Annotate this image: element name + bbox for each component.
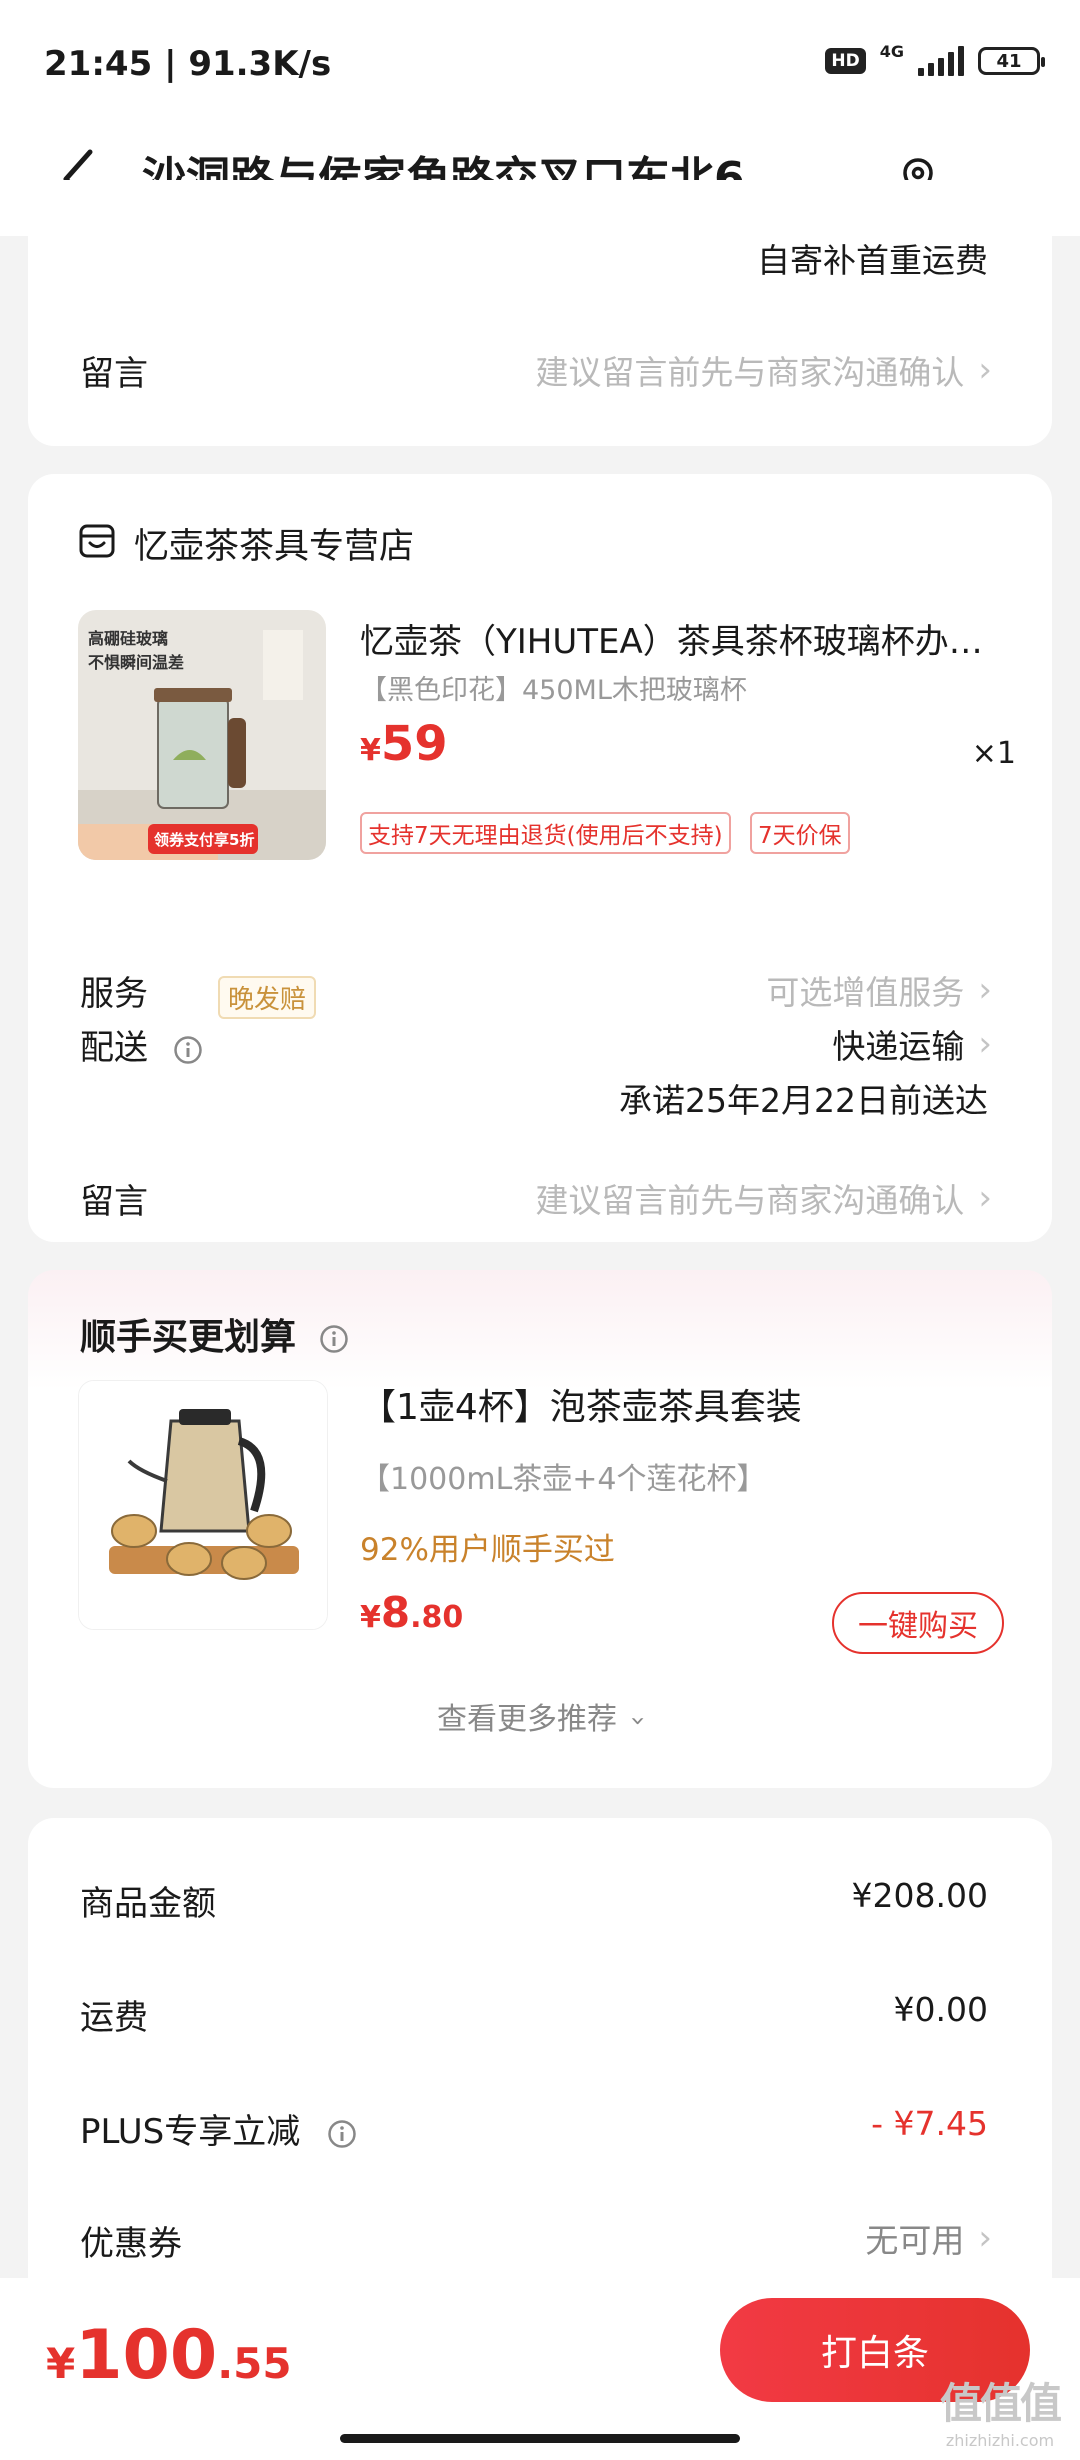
prev-store-card: 自寄补首重运费 留言 建议留言前先与商家沟通确认 › [28,180,1052,446]
recommend-image[interactable] [78,1380,328,1630]
message-placeholder: 建议留言前先与商家沟通确认 [535,1181,965,1220]
message-label: 留言 [80,1182,148,1222]
recommend-card: 顺手买更划算 【1壶4杯】泡茶壶茶具套装 【1000mL茶壶+4个莲花杯】 92… [28,1270,1052,1788]
product-image-badge: 领券支付享5折 [153,831,254,849]
delivery-value: 快递运输 [832,1027,965,1066]
battery-icon: 41 [978,47,1045,75]
delivery-promise: 承诺25年2月22日前送达 [619,1081,988,1120]
message-input[interactable]: 建议留言前先与商家沟通确认 › [535,1174,992,1222]
goods-amount-value: ¥208.00 [851,1876,988,1915]
shipping-fee-value: ¥0.00 [893,1990,988,2029]
product-image[interactable]: 高硼硅玻璃 不惧瞬间温差 领券支付享5折 [78,610,326,860]
more-recommend-label: 查看更多推荐 [437,1702,618,1737]
product-price: ¥59 [360,716,448,772]
service-label: 服务 [80,974,148,1014]
one-click-buy-button[interactable]: 一键购买 [832,1592,1004,1654]
recommend-stat: 92%用户顺手买过 [360,1532,615,1568]
chevron-down-icon: › [622,1715,653,1727]
status-time-speed: 21:45 | 91.3K/s [44,44,332,84]
product-quantity: ×1 [971,736,1016,771]
store-icon [79,524,115,558]
recommend-spec: 【1000mL茶壶+4个莲花杯】 [360,1462,767,1497]
checkout-bar: ¥100.55 打白条 值值值 zhizhizhi.com [0,2278,1080,2460]
plus-discount-label-row: PLUS专享立减 [80,2104,357,2153]
shipping-fee-label: 运费 [80,1998,148,2038]
recommend-title-row: 顺手买更划算 [80,1308,349,1360]
store-card: 忆壶茶茶具专营店 高硼硅玻璃 不惧瞬间温差 领券支付享5折 忆壶茶（YIHUTE… [28,474,1052,1242]
info-icon[interactable] [327,2119,357,2149]
plus-discount-value: - ¥7.45 [871,2104,988,2143]
product-image-text-1: 高硼硅玻璃 [88,629,168,648]
product-spec: 【黑色印花】450ML木把玻璃杯 [360,675,747,706]
coupon-label: 优惠券 [80,2224,182,2264]
shipping-note: 自寄补首重运费 [757,241,988,280]
price-decimal: .80 [410,1600,464,1635]
status-icons: HD 4G 41 [825,42,1045,76]
summary-card: 商品金额 ¥208.00 运费 ¥0.00 PLUS专享立减 - ¥7.45 优… [28,1818,1052,2278]
price-currency: ¥ [360,733,381,768]
watermark-logo: 值值值 [939,2379,1062,2428]
chevron-right-icon: › [978,2218,992,2258]
signal-icon [918,46,964,76]
price-integer: 8 [380,1588,411,1637]
service-selector[interactable]: 可选增值服务 › [766,966,992,1014]
watermark: 值值值 zhizhizhi.com [930,2370,1070,2450]
late-compensation-tag: 晚发赔 [218,976,317,1019]
return-policy-tag: 支持7天无理由退货(使用后不支持) [360,812,731,854]
network-type: 4G [879,41,904,61]
chevron-right-icon: › [978,1178,992,1218]
chevron-right-icon: › [978,1024,992,1064]
chevron-right-icon: › [978,970,992,1010]
more-recommend-link[interactable]: 查看更多推荐 › [28,1694,1052,1738]
message-placeholder: 建议留言前先与商家沟通确认 [535,353,965,392]
watermark-url: zhizhizhi.com [945,2431,1055,2450]
delivery-selector[interactable]: 快递运输 › [832,1020,992,1068]
price-decimal: .55 [217,2339,292,2388]
price-currency: ¥ [360,1600,381,1635]
info-icon[interactable] [173,1035,203,1065]
price-currency: ¥ [46,2339,76,2388]
chevron-right-icon: › [978,350,992,390]
recommend-name[interactable]: 【1壶4杯】泡茶壶茶具套装 [360,1378,802,1430]
delivery-label: 配送 [80,1028,148,1068]
price-protect-tag: 7天价保 [750,812,850,854]
service-value: 可选增值服务 [766,973,965,1012]
recommend-price: ¥8.80 [360,1588,463,1637]
product-title[interactable]: 忆壶茶（YIHUTEA）茶具茶杯玻璃杯办… [360,614,1014,663]
price-integer: 100 [75,2316,218,2395]
recommend-title: 顺手买更划算 [80,1317,297,1358]
hd-icon: HD [825,48,866,74]
message-label: 留言 [80,354,148,394]
price-value: 59 [380,716,448,772]
home-indicator[interactable] [340,2434,740,2443]
info-icon[interactable] [319,1324,349,1354]
product-image-text-2: 不惧瞬间温差 [88,653,184,672]
coupon-selector[interactable]: 无可用 › [865,2214,992,2262]
store-name[interactable]: 忆壶茶茶具专营店 [134,518,414,569]
goods-amount-label: 商品金额 [80,1884,216,1924]
message-input[interactable]: 建议留言前先与商家沟通确认 › [535,346,992,394]
plus-discount-label: PLUS专享立减 [80,2112,301,2152]
total-price: ¥100.55 [46,2316,292,2395]
status-bar: 21:45 | 91.3K/s HD 4G 41 [0,0,1080,130]
coupon-value: 无可用 [865,2221,965,2260]
delivery-label-row: 配送 [80,1020,203,1069]
